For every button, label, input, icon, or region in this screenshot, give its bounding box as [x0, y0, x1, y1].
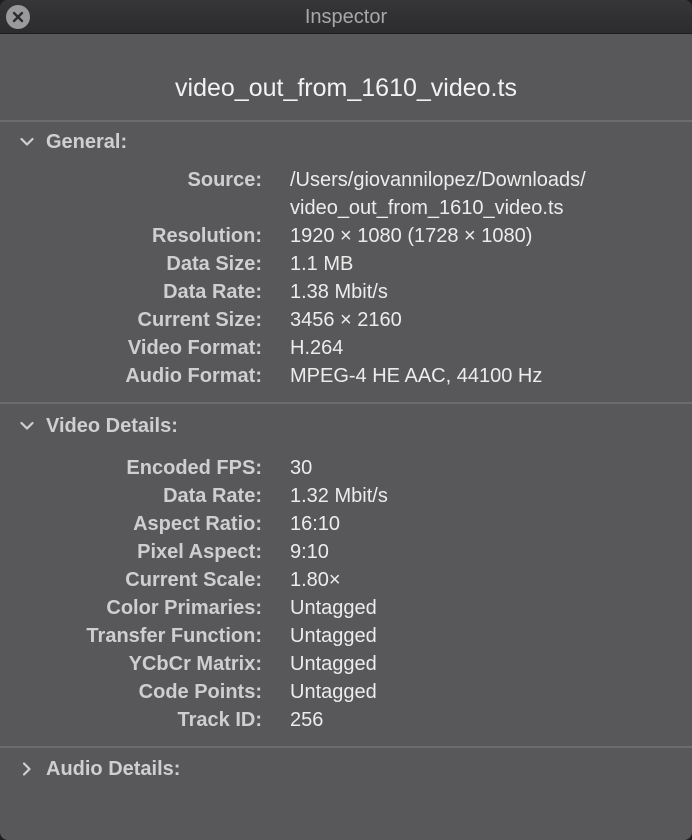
audio-details-section-title: Audio Details:: [46, 757, 181, 780]
info-row: Pixel Aspect: 9:10: [0, 538, 692, 566]
window-title: Inspector: [304, 6, 388, 28]
title-bar[interactable]: Inspector: [0, 0, 692, 34]
source-path: /Users/giovannilopez/Downloads/ video_ou…: [290, 166, 586, 222]
info-row: Code Points: Untagged: [0, 678, 692, 706]
info-value: 16:10: [290, 513, 341, 535]
info-label: YCbCr Matrix:: [128, 653, 262, 675]
info-value: 1.80×: [290, 569, 341, 591]
info-label: Aspect Ratio:: [133, 513, 262, 535]
file-name: video_out_from_1610_video.ts: [175, 74, 517, 102]
info-value: 256: [290, 709, 324, 731]
info-value: 9:10: [290, 541, 329, 563]
info-value: Untagged: [290, 625, 377, 647]
info-label: Video Format:: [127, 337, 262, 359]
info-value: 30: [290, 457, 313, 479]
info-row: Transfer Function: Untagged: [0, 622, 692, 650]
info-row: Current Scale: 1.80×: [0, 566, 692, 594]
chevron-down-icon: [20, 419, 34, 433]
info-row: Encoded FPS: 30: [0, 454, 692, 482]
info-row: YCbCr Matrix: Untagged: [0, 650, 692, 678]
info-row: Video Format: H.264: [0, 334, 692, 362]
video-details-section-title: Video Details:: [46, 414, 178, 437]
audio-details-section-toggle[interactable]: Audio Details:: [0, 748, 692, 790]
source-path-line-2: video_out_from_1610_video.ts: [290, 197, 564, 219]
info-label: Audio Format:: [125, 365, 262, 387]
info-value: MPEG-4 HE AAC, 44100 Hz: [290, 365, 543, 387]
info-row: Resolution: 1920 × 1080 (1728 × 1080): [0, 222, 692, 250]
video-details-section-toggle[interactable]: Video Details:: [0, 404, 692, 448]
info-label: Data Size:: [166, 253, 262, 275]
video-details-section: Encoded FPS: 30 Data Rate: 1.32 Mbit/s A…: [0, 448, 692, 746]
info-label: Pixel Aspect:: [137, 541, 262, 563]
source-path-line-1: /Users/giovannilopez/Downloads/: [290, 169, 586, 191]
info-row: Color Primaries: Untagged: [0, 594, 692, 622]
info-value: 1920 × 1080 (1728 × 1080): [290, 225, 533, 247]
info-label: Source:: [187, 169, 262, 191]
info-value: H.264: [290, 337, 344, 359]
general-section-toggle[interactable]: General:: [0, 122, 692, 162]
info-value: 1.32 Mbit/s: [290, 485, 388, 507]
chevron-right-icon: [20, 762, 34, 776]
general-section-title: General:: [46, 130, 128, 153]
info-row-source: Source: /Users/giovannilopez/Downloads/ …: [0, 166, 692, 222]
info-value: Untagged: [290, 653, 377, 675]
info-label: Resolution:: [152, 225, 262, 247]
info-label: Data Rate:: [163, 281, 262, 303]
info-label: Transfer Function:: [86, 625, 262, 647]
inspector-window: Inspector video_out_from_1610_video.ts G…: [0, 0, 692, 840]
info-row: Data Size: 1.1 MB: [0, 250, 692, 278]
info-label: Track ID:: [177, 709, 262, 731]
info-row: Track ID: 256: [0, 706, 692, 734]
info-label: Data Rate:: [163, 485, 262, 507]
info-label: Code Points:: [138, 681, 262, 703]
info-row: Data Rate: 1.38 Mbit/s: [0, 278, 692, 306]
info-label: Current Size:: [137, 309, 262, 331]
info-label: Encoded FPS:: [126, 457, 262, 479]
info-row: Audio Format: MPEG-4 HE AAC, 44100 Hz: [0, 362, 692, 390]
info-label: Color Primaries:: [106, 597, 262, 619]
info-value: Untagged: [290, 681, 377, 703]
chevron-down-icon: [20, 135, 34, 149]
info-label: Current Scale:: [125, 569, 262, 591]
info-row: Aspect Ratio: 16:10: [0, 510, 692, 538]
info-value: Untagged: [290, 597, 377, 619]
info-value: 3456 × 2160: [290, 309, 402, 331]
info-value: 1.1 MB: [290, 253, 354, 275]
general-section: Source: /Users/giovannilopez/Downloads/ …: [0, 162, 692, 402]
info-value: 1.38 Mbit/s: [290, 281, 388, 303]
info-row: Data Rate: 1.32 Mbit/s: [0, 482, 692, 510]
info-row: Current Size: 3456 × 2160: [0, 306, 692, 334]
